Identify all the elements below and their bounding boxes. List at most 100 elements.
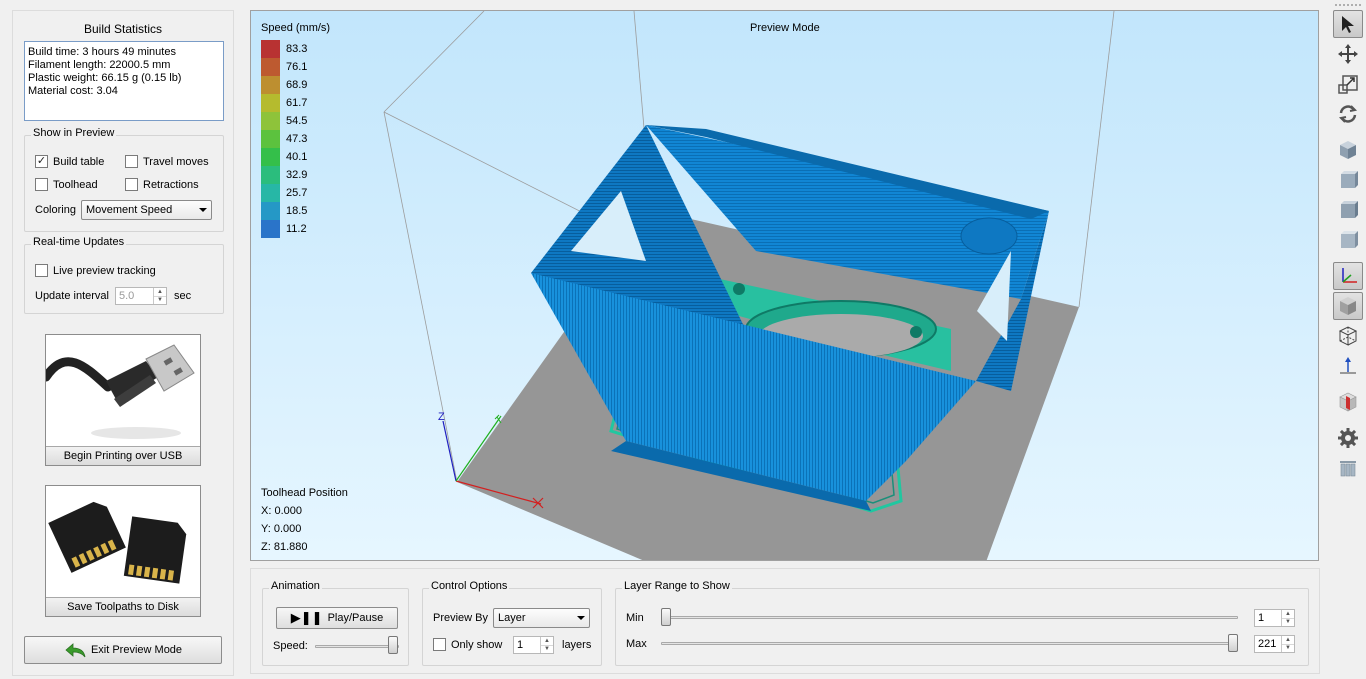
select-tool-button[interactable] [1333,10,1363,38]
legend-value: 76.1 [286,61,308,73]
stat-filament-length: Filament length: 22000.5 mm [28,59,171,71]
update-interval-spinbox[interactable]: 5.0 ▲ ▼ [115,287,167,305]
legend-swatch [261,94,280,112]
coloring-label: Coloring [35,204,76,216]
toolhead-position-title: Toolhead Position [261,487,348,499]
legend-row: 68.9 [261,76,307,94]
legend-value: 61.7 [286,97,308,109]
min-layer-slider[interactable] [661,616,1238,619]
control-options-group: Control Options Preview By Layer Only sh… [422,580,602,666]
settings-button[interactable] [1333,424,1363,452]
sd-card-icon [48,501,187,584]
only-show-checkbox[interactable]: Only show [433,638,502,651]
preview-by-label: Preview By [433,612,489,624]
z-axis-icon [1340,357,1356,374]
down-arrow-icon: ▼ [1282,617,1294,627]
solid-cube-icon [1340,297,1356,315]
live-preview-checkbox[interactable]: Live preview tracking [35,264,156,277]
layers-count-spinbox[interactable]: 1 ▲ ▼ [513,636,554,654]
legend-row: 40.1 [261,148,307,166]
preview-by-dropdown[interactable]: Layer [493,608,590,628]
toolhead-z: Z: 81.880 [261,541,308,553]
build-table-checkbox[interactable]: ✓ Build table [35,155,104,168]
chevron-down-icon [199,208,207,212]
move-tool-button[interactable] [1333,40,1363,68]
up-arrow-icon: ▲ [1285,610,1291,617]
bottom-panel: Animation ▶❚❚ Play/Pause Speed: Control … [250,568,1320,674]
view-top-button[interactable] [1333,226,1363,254]
toolhead-y: Y: 0.000 [261,523,302,535]
legend-value: 18.5 [286,205,308,217]
legend-value: 11.2 [286,223,307,235]
view-cube-icon [1341,231,1358,248]
legend-value: 54.5 [286,115,308,127]
speed-slider-handle[interactable] [388,636,398,654]
chevron-down-icon [577,616,585,620]
min-label: Min [626,612,644,624]
gear-icon [1338,428,1358,448]
interval-unit: sec [174,290,192,302]
solid-view-button[interactable] [1333,292,1363,320]
max-layer-slider[interactable] [661,642,1238,645]
rotate-tool-button[interactable] [1333,100,1363,128]
scale-icon [1338,75,1358,94]
toolpath-scene[interactable] [251,11,1319,561]
legend-row: 18.5 [261,202,307,220]
build-statistics-title: Build Statistics [83,22,163,36]
legend-value: 32.9 [286,169,308,181]
toolhead-checkbox[interactable]: Toolhead [35,178,98,191]
coloring-dropdown[interactable]: Movement Speed [81,200,212,220]
legend-value: 68.9 [286,79,308,91]
checkmark-icon: ✓ [35,155,48,168]
legend-swatch [261,130,280,148]
min-layer-spinbox[interactable]: 1 ▲ ▼ [1254,609,1295,627]
show-in-preview-group: Show in Preview ✓ Build table Travel mov… [24,127,224,232]
travel-moves-checkbox[interactable]: Travel moves [125,155,209,168]
exit-preview-button[interactable]: Exit Preview Mode [24,636,222,664]
layers-label: layers [562,639,592,651]
columns-icon [1340,461,1356,477]
legend-swatch [261,184,280,202]
axis-z-label: Z [438,411,445,423]
scale-tool-button[interactable] [1333,70,1363,98]
show-axes-button[interactable] [1333,262,1363,290]
save-toolpaths-button[interactable]: Save Toolpaths to Disk [45,485,201,617]
legend-value: 83.3 [286,43,308,55]
section-view-button[interactable] [1333,388,1363,416]
stat-plastic-weight: Plastic weight: 66.15 g (0.15 lb) [28,72,182,84]
view-cube-icon [1341,201,1358,218]
wireframe-view-button[interactable] [1333,322,1363,350]
view-side-button[interactable] [1333,196,1363,224]
down-arrow-icon: ▼ [1282,643,1294,653]
speed-label: Speed: [273,640,308,652]
left-panel: Build Statistics Build time: 3 hours 49 … [12,10,234,676]
legend-row: 32.9 [261,166,307,184]
view-cube-icon [1340,141,1356,159]
axes-icon [1342,268,1357,283]
legend-row: 25.7 [261,184,307,202]
legend-value: 47.3 [286,133,308,145]
legend-row: 11.2 [261,220,307,238]
control-options-title: Control Options [429,580,510,592]
legend-swatch [261,112,280,130]
lay-flat-button[interactable] [1333,352,1363,380]
play-pause-button[interactable]: ▶❚❚ Play/Pause [276,607,398,629]
usb-cable-icon [46,344,195,439]
legend-swatch [261,220,280,238]
begin-usb-print-button[interactable]: Begin Printing over USB [45,334,201,466]
print-settings-button[interactable] [1333,454,1363,482]
max-layer-spinbox[interactable]: 221 ▲ ▼ [1254,635,1295,653]
retractions-checkbox[interactable]: Retractions [125,178,199,191]
stat-material-cost: Material cost: 3.04 [28,85,118,97]
view-iso-button[interactable] [1333,136,1363,164]
down-arrow-icon: ▼ [541,644,553,654]
move-icon [1338,44,1358,64]
min-layer-slider-handle[interactable] [661,608,671,626]
view-front-button[interactable] [1333,166,1363,194]
preview-viewport[interactable]: Speed (mm/s) 83.3 76.1 68.9 61.7 54.5 47.3 40.… [250,10,1319,561]
layer-range-group: Layer Range to Show Min 1 ▲ ▼ Max 221 ▲ ▼ [615,580,1309,666]
save-toolpaths-label: Save Toolpaths to Disk [46,597,200,616]
speed-slider[interactable] [315,645,399,648]
legend-swatch [261,58,280,76]
max-layer-slider-handle[interactable] [1228,634,1238,652]
